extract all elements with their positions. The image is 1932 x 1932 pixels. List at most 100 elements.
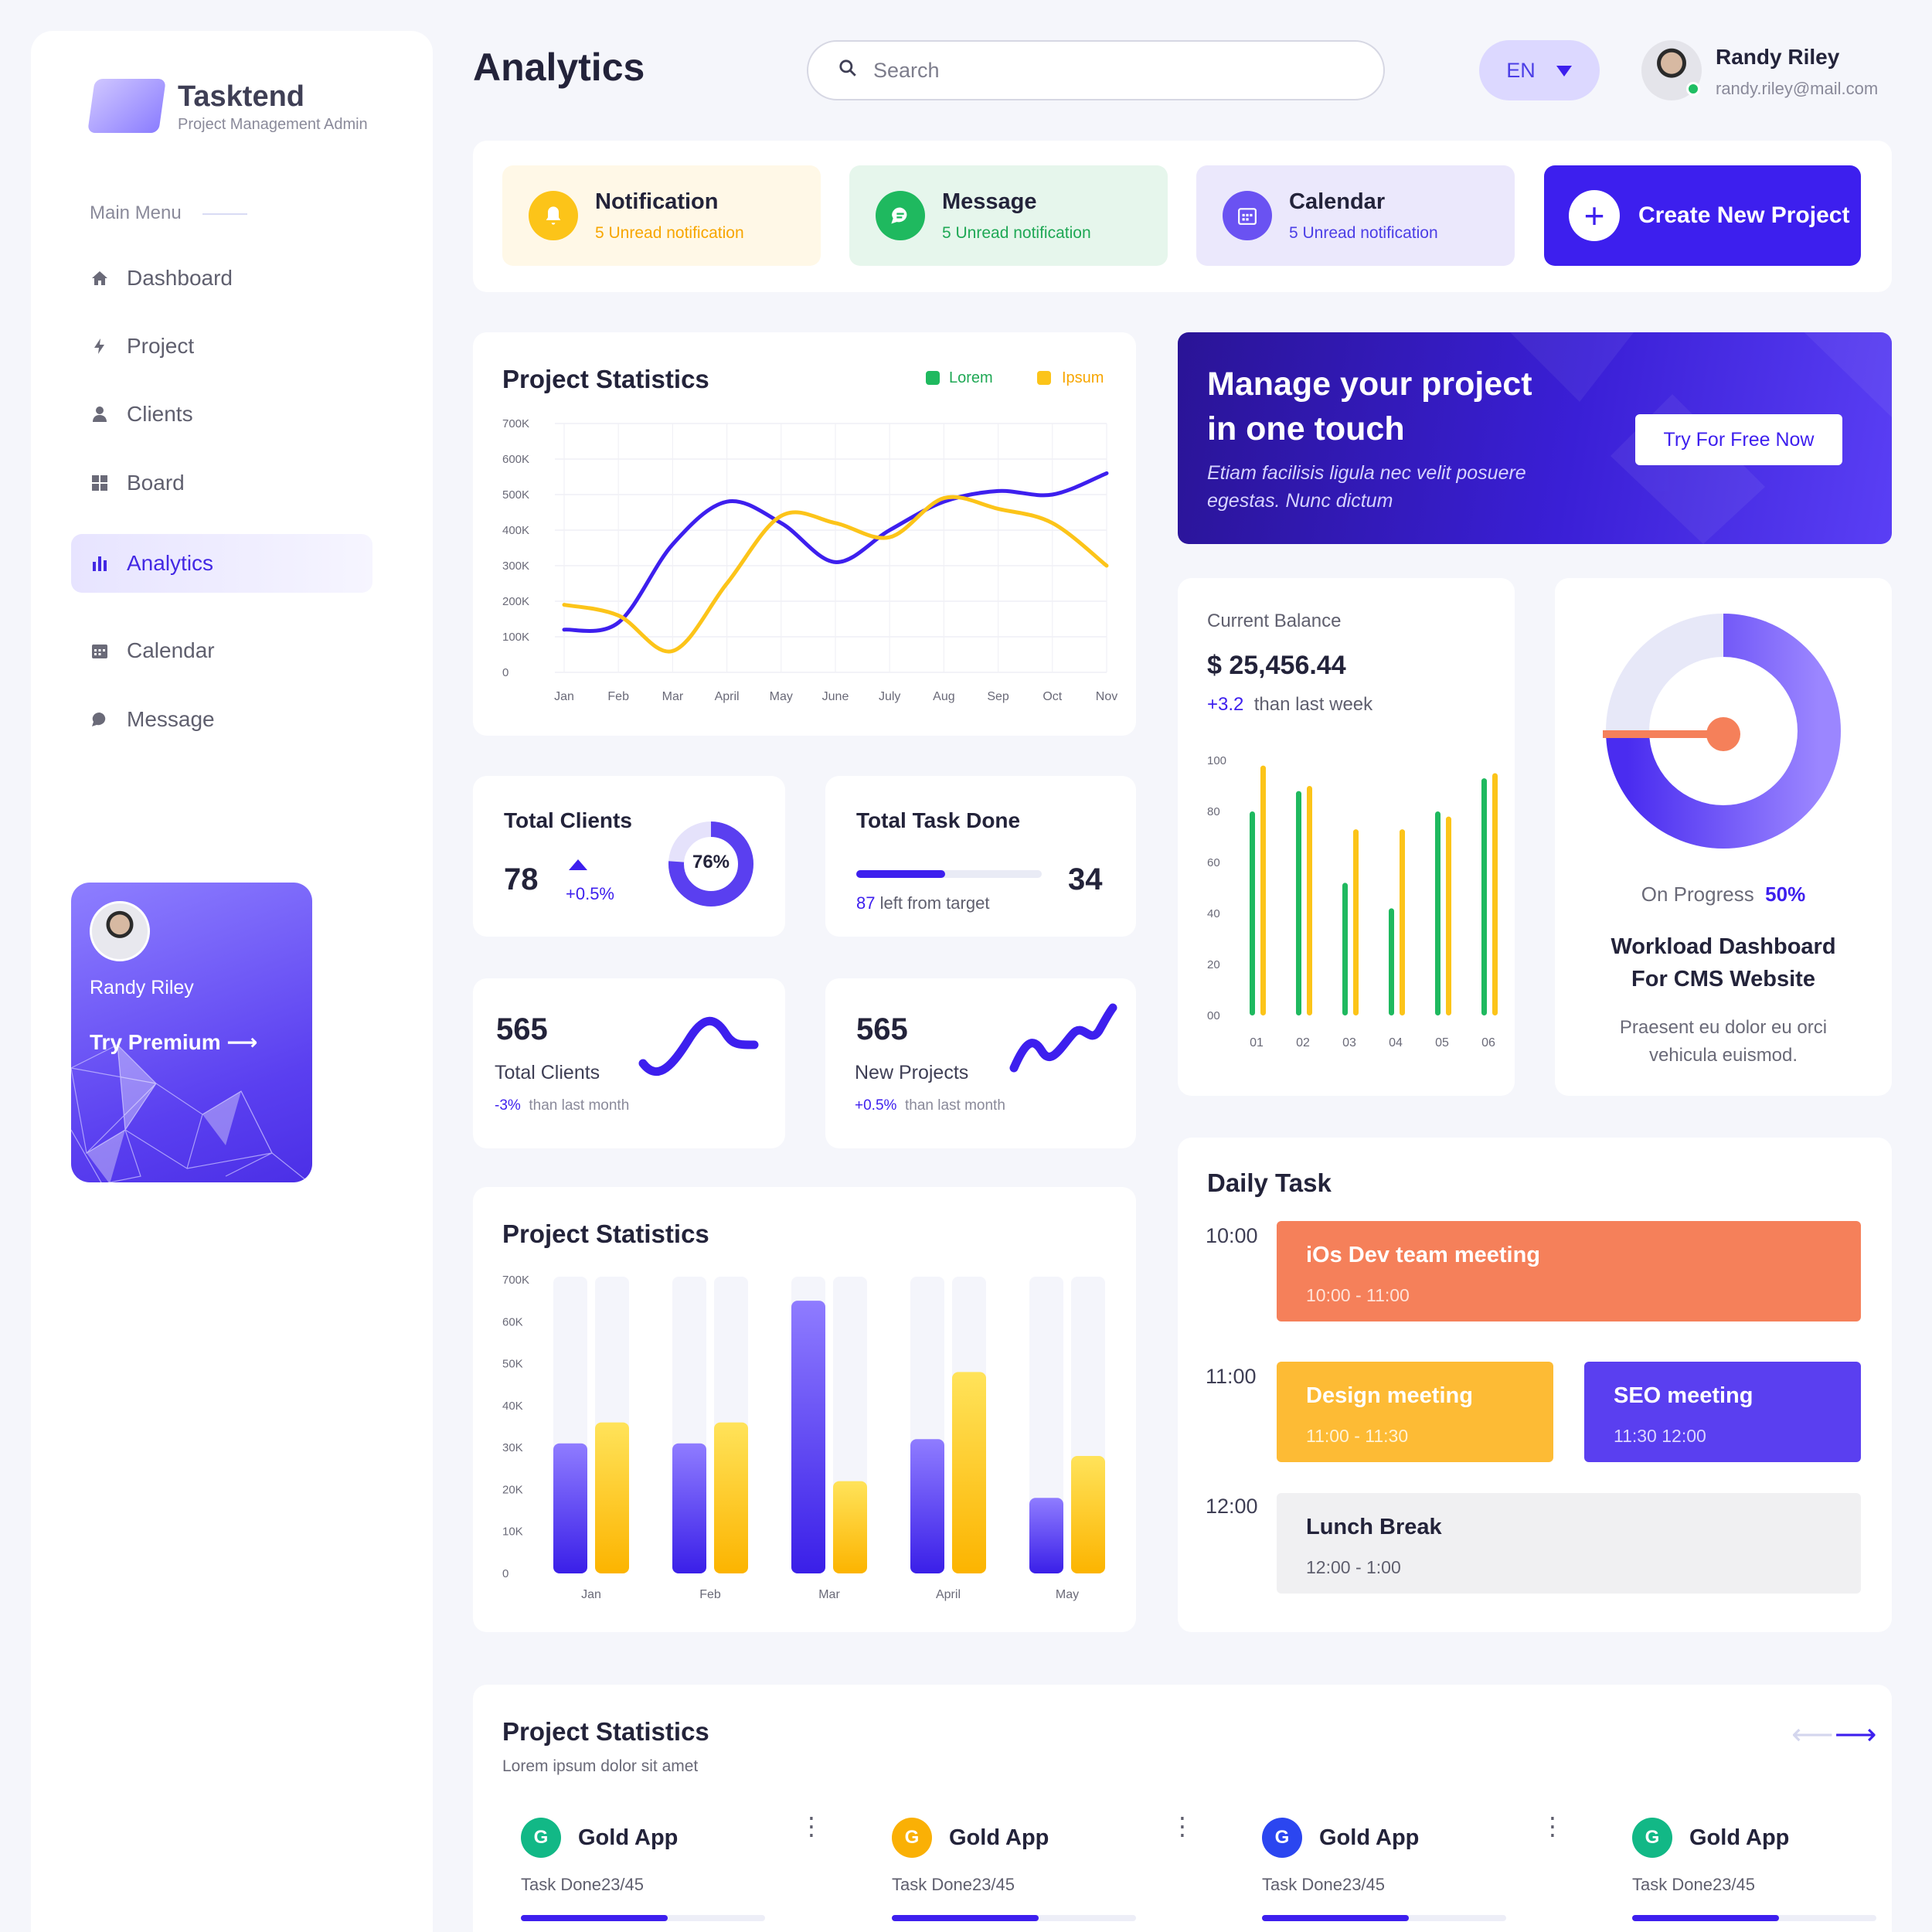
y-tick-label: 10K: [502, 1526, 523, 1539]
task-label: Task Done: [1632, 1875, 1713, 1894]
more-options-icon[interactable]: ⋮: [1540, 1814, 1565, 1838]
bar: [952, 1372, 986, 1573]
sidebar-item-dashboard[interactable]: Dashboard: [71, 249, 372, 308]
grid-icon: [90, 473, 110, 493]
sidebar-item-analytics[interactable]: Analytics: [71, 534, 372, 593]
stat-value: 565: [856, 1012, 908, 1046]
page-title: Analytics: [473, 46, 645, 89]
project-card[interactable]: G Gold App ⋮ Task Done23/45: [1243, 1794, 1582, 1932]
sidebar-item-message[interactable]: Message: [71, 690, 372, 749]
y-tick-label: 300K: [502, 560, 529, 573]
try-premium-button[interactable]: Try Premium ⟶: [90, 1029, 258, 1055]
bar: [1353, 829, 1359, 1015]
x-tick-label: Nov: [1096, 690, 1117, 703]
project-card[interactable]: G Gold App Task Done23/45: [1614, 1794, 1892, 1932]
task-seo-meeting[interactable]: SEO meeting 11:30 12:00: [1584, 1362, 1861, 1462]
y-tick-label: 40K: [502, 1400, 523, 1413]
sidebar-item-board[interactable]: Board: [71, 454, 372, 512]
progress-label: On Progress: [1641, 883, 1754, 906]
task-left-label: left from target: [879, 893, 990, 913]
calendar-icon: [90, 641, 110, 661]
project-card[interactable]: G Gold App ⋮ Task Done23/45: [502, 1794, 841, 1932]
task-count: 23/45: [600, 1875, 645, 1894]
notification-tile[interactable]: Notification 5 Unread notification: [502, 165, 821, 266]
bar: [1389, 908, 1394, 1015]
progress-title: Workload Dashboard For CMS Website: [1555, 930, 1892, 995]
y-tick-label: 0: [502, 1567, 509, 1580]
sidebar-item-project[interactable]: Project: [71, 317, 372, 376]
sidebar-item-calendar[interactable]: Calendar: [71, 621, 372, 680]
bar: [1435, 811, 1440, 1015]
task-time: 12:00 - 1:00: [1306, 1557, 1401, 1577]
progress-percent: 50%: [1765, 883, 1806, 906]
x-tick-label: Feb: [607, 690, 629, 703]
polygon-decoration: [71, 1044, 310, 1182]
project-progress-bar: [1262, 1915, 1506, 1921]
create-new-project-button[interactable]: + Create New Project: [1544, 165, 1861, 266]
task-name: SEO meeting: [1614, 1383, 1753, 1408]
more-options-icon[interactable]: ⋮: [1170, 1814, 1195, 1838]
calendar-tile[interactable]: Calendar 5 Unread notification: [1196, 165, 1515, 266]
more-options-icon[interactable]: ⋮: [799, 1814, 824, 1838]
sidebar-item-label: Clients: [127, 402, 193, 426]
arrow-right-icon[interactable]: ⟶: [1835, 1717, 1876, 1752]
task-ios-meeting[interactable]: iOs Dev team meeting 10:00 - 11:00: [1277, 1221, 1861, 1321]
bar: [791, 1301, 825, 1573]
clients-percent: 76%: [692, 852, 730, 872]
project-name: Gold App: [578, 1825, 679, 1850]
y-tick-label: 00: [1207, 1009, 1220, 1022]
time-label: 11:00: [1206, 1365, 1257, 1388]
arrow-left-icon[interactable]: ⟵: [1791, 1717, 1833, 1752]
clients-count: 78: [504, 862, 539, 896]
message-tile[interactable]: Message 5 Unread notification: [849, 165, 1168, 266]
task-count: 23/45: [1342, 1875, 1386, 1894]
bar: [1342, 883, 1348, 1015]
logo-icon: [87, 79, 166, 133]
needle-knob: [1706, 717, 1740, 751]
task-lunch-break[interactable]: Lunch Break 12:00 - 1:00: [1277, 1493, 1861, 1594]
clients-change: +0.5%: [566, 884, 614, 903]
language-select[interactable]: EN: [1479, 40, 1600, 100]
project-progress-bar: [1632, 1915, 1876, 1921]
bar: [833, 1481, 867, 1573]
promo-title-line2: in one touch: [1207, 410, 1405, 447]
x-tick-label: Jan: [581, 1588, 601, 1601]
card-title: Total Clients: [504, 808, 632, 832]
x-tick-label: Mar: [662, 690, 684, 703]
progress-title-line1: Workload Dashboard: [1611, 934, 1836, 959]
x-tick-label: Jan: [554, 690, 574, 703]
section-title: Project Statistics: [502, 1717, 709, 1746]
task-label: Task Done: [892, 1875, 972, 1894]
premium-card: Randy Riley Try Premium ⟶: [71, 883, 312, 1182]
project-card[interactable]: G Gold App ⋮ Task Done23/45: [873, 1794, 1212, 1932]
bar: [553, 1443, 587, 1573]
section-subtitle: Lorem ipsum dolor sit amet: [502, 1757, 699, 1775]
sidebar-item-clients[interactable]: Clients: [71, 385, 372, 444]
bell-icon: [529, 191, 578, 240]
y-tick-label: 80: [1207, 805, 1220, 818]
project-progress-bar: [521, 1915, 765, 1921]
x-tick-label: Mar: [818, 1588, 840, 1601]
bar: [1446, 816, 1451, 1015]
task-design-meeting[interactable]: Design meeting 11:00 - 11:30: [1277, 1362, 1553, 1462]
bar: [1481, 778, 1487, 1015]
tile-title: Message: [942, 189, 1037, 214]
x-tick-label: 01: [1250, 1036, 1264, 1049]
x-tick-label: Sep: [987, 690, 1009, 703]
project-name: Gold App: [949, 1825, 1049, 1850]
project-name: Gold App: [1689, 1825, 1790, 1850]
bar-chart: 700K 60K 50K 40K 30K 20K 10K 0 Jan Feb Mar April May: [502, 1274, 1105, 1601]
bar: [910, 1439, 944, 1573]
x-tick-label: May: [1056, 1588, 1079, 1601]
y-tick-label: 400K: [502, 524, 529, 537]
progress-text: Praesent eu dolor eu orci vehicula euism…: [1619, 1017, 1828, 1066]
time-label: 12:00: [1206, 1495, 1258, 1518]
sidebar-item-label: Message: [127, 707, 215, 731]
x-tick-label: Aug: [933, 690, 954, 703]
bar: [1260, 765, 1266, 1015]
search-input[interactable]: Search: [807, 40, 1385, 100]
task-left-number: 87: [856, 893, 876, 913]
x-tick-label: Oct: [1043, 690, 1062, 703]
try-for-free-button[interactable]: Try For Free Now: [1635, 414, 1842, 465]
try-premium-label: Try Premium: [90, 1030, 221, 1054]
